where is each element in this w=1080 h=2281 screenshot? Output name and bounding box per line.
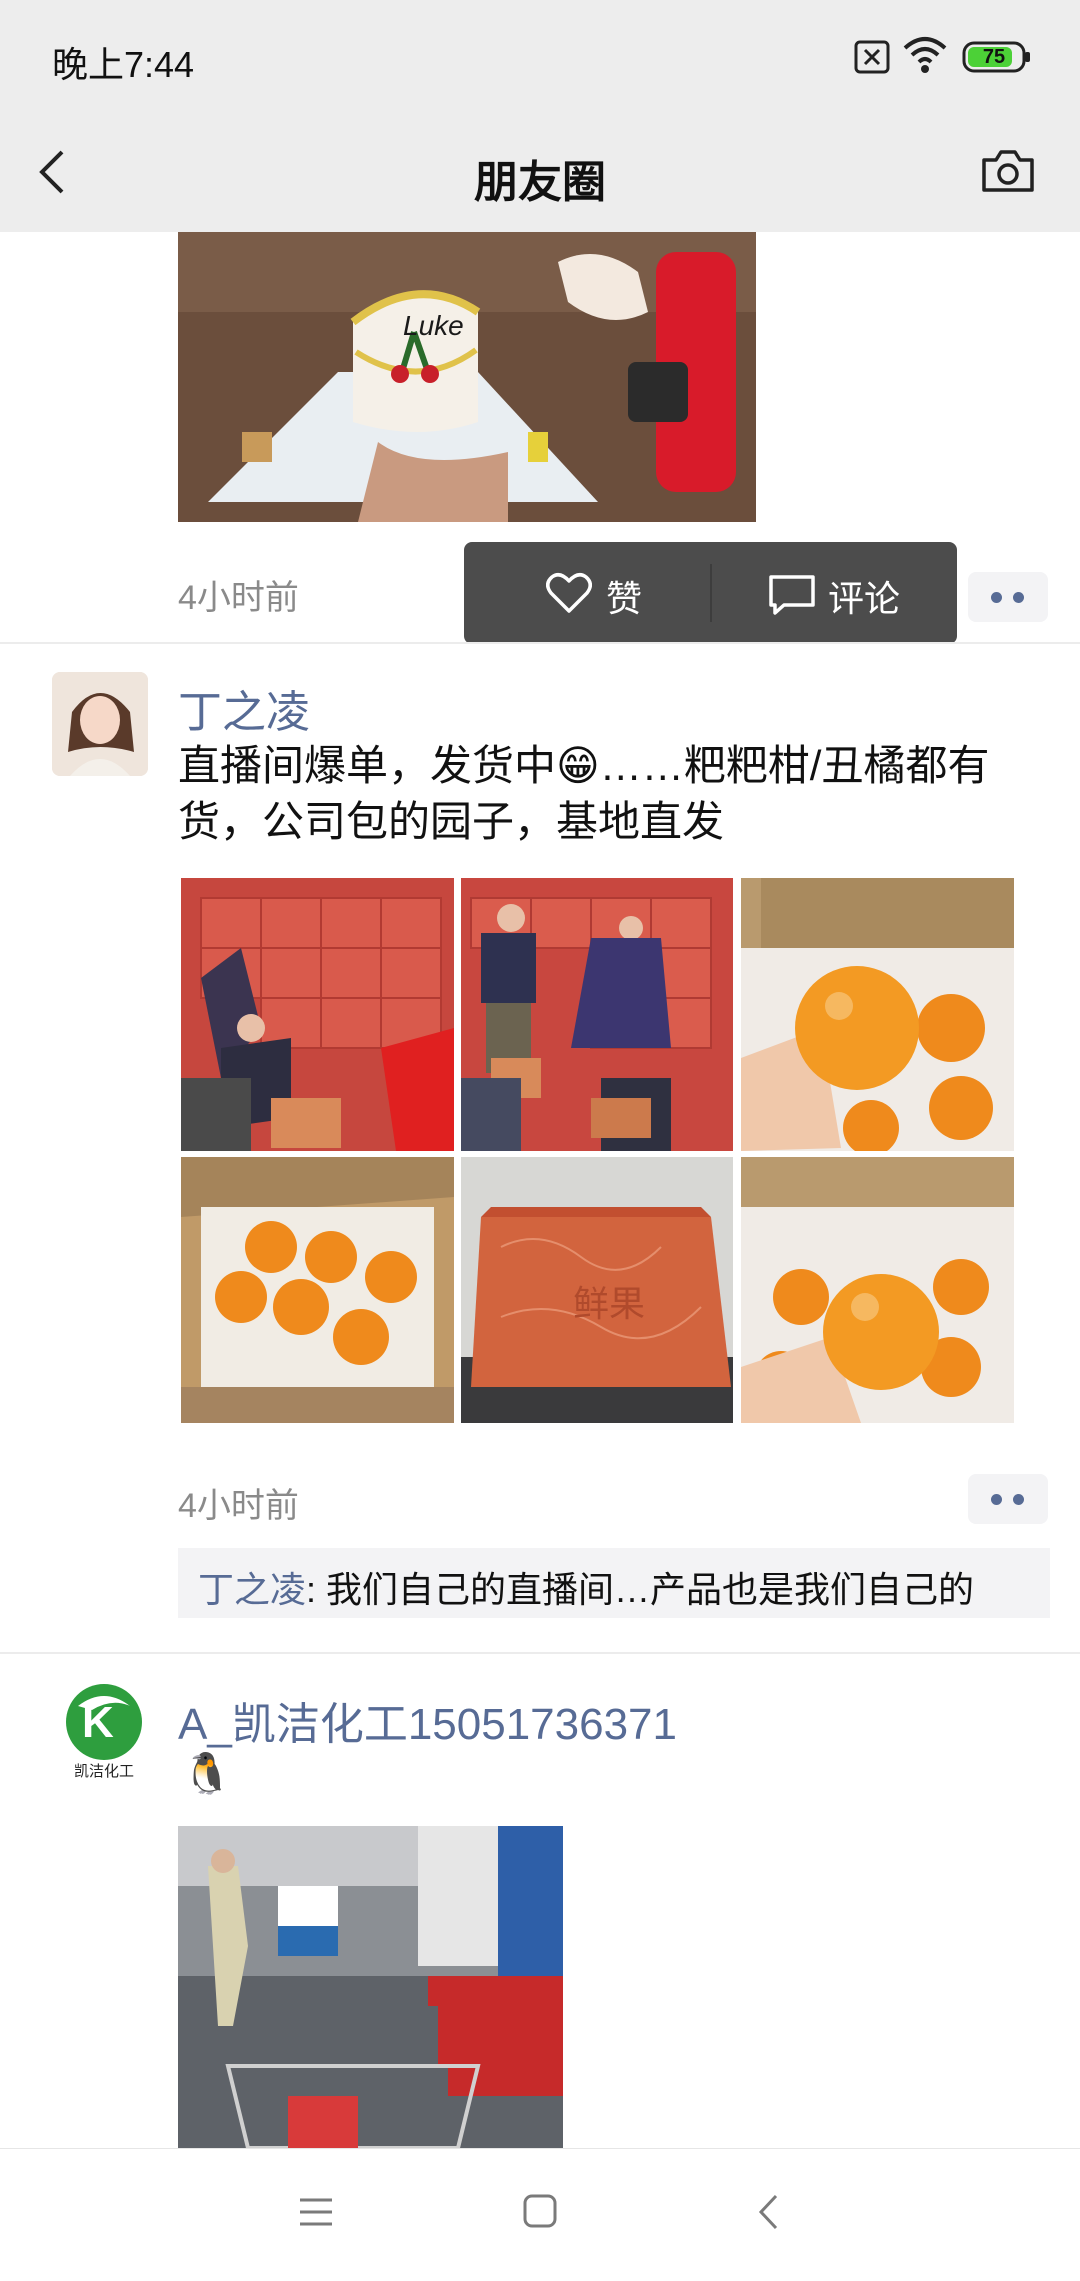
post-timestamp: 4小时前 [178, 1487, 299, 1525]
sim-icon [854, 40, 890, 74]
more-icon [991, 1494, 1002, 1505]
nav-back-icon[interactable] [756, 2193, 780, 2231]
heart-icon [546, 573, 592, 613]
box-label: 鲜果 [573, 1284, 646, 1325]
avatar-text: 凯洁化工 [74, 1763, 135, 1780]
post-photo[interactable] [178, 1826, 563, 2148]
grid-photo-1[interactable] [181, 878, 454, 1151]
like-button[interactable]: 赞 [464, 542, 710, 644]
post-author[interactable]: 丁之凌 [178, 676, 310, 740]
comment-button[interactable]: 评论 [712, 542, 957, 644]
more-icon [991, 592, 1002, 603]
post-text-line-1: 直播间爆单，发货中😁……粑粑柑/丑橘都有 [178, 742, 990, 789]
grid-photo-5[interactable]: 鲜果 [461, 1157, 733, 1423]
action-popup: 赞 评论 [464, 542, 957, 644]
comment-label: 评论 [828, 578, 901, 619]
more-button[interactable] [968, 572, 1048, 622]
photo-caption: Luke [403, 310, 464, 341]
avatar-letter: K [82, 1698, 114, 1747]
comment-area: 丁之凌: 我们自己的直播间…产品也是我们自己的 [178, 1548, 1050, 1618]
penguin-emoji: 🐧 [182, 1752, 232, 1796]
grid-photo-6[interactable] [741, 1157, 1014, 1423]
grid-photo-2[interactable] [461, 878, 733, 1151]
post-divider [0, 1652, 1080, 1654]
comment-row[interactable]: 丁之凌: 我们自己的直播间…产品也是我们自己的 [198, 1561, 974, 1613]
system-nav-bar [0, 2148, 1080, 2281]
avatar[interactable] [52, 672, 148, 776]
battery-level: 75 [982, 46, 1006, 68]
wifi-icon [903, 36, 947, 74]
post-divider [0, 642, 1080, 644]
like-label: 赞 [606, 578, 643, 619]
post-text-line-2: 货，公司包的园子，基地直发 [178, 798, 725, 845]
comment-author[interactable]: 丁之凌 [198, 1569, 306, 1610]
avatar[interactable]: K 凯洁化工 [52, 1680, 152, 1786]
camera-button[interactable] [980, 148, 1036, 194]
menu-icon[interactable] [298, 2195, 334, 2229]
camera-icon [982, 150, 1034, 192]
status-time: 晚上7:44 [52, 44, 195, 85]
comment-text: : 我们自己的直播间…产品也是我们自己的 [306, 1569, 975, 1610]
post-timestamp: 4小时前 [178, 579, 299, 617]
home-icon[interactable] [522, 2193, 558, 2229]
grid-photo-4[interactable] [181, 1157, 454, 1423]
post-author[interactable]: A_凯洁化工15051736371 [178, 1688, 677, 1752]
comment-icon [769, 575, 815, 615]
battery-icon: 75 [962, 40, 1032, 74]
grid-photo-3[interactable] [741, 878, 1014, 1151]
post-photo[interactable]: Luke [178, 232, 756, 522]
more-button[interactable] [968, 1474, 1048, 1524]
page-title: 朋友圈 [474, 158, 606, 207]
